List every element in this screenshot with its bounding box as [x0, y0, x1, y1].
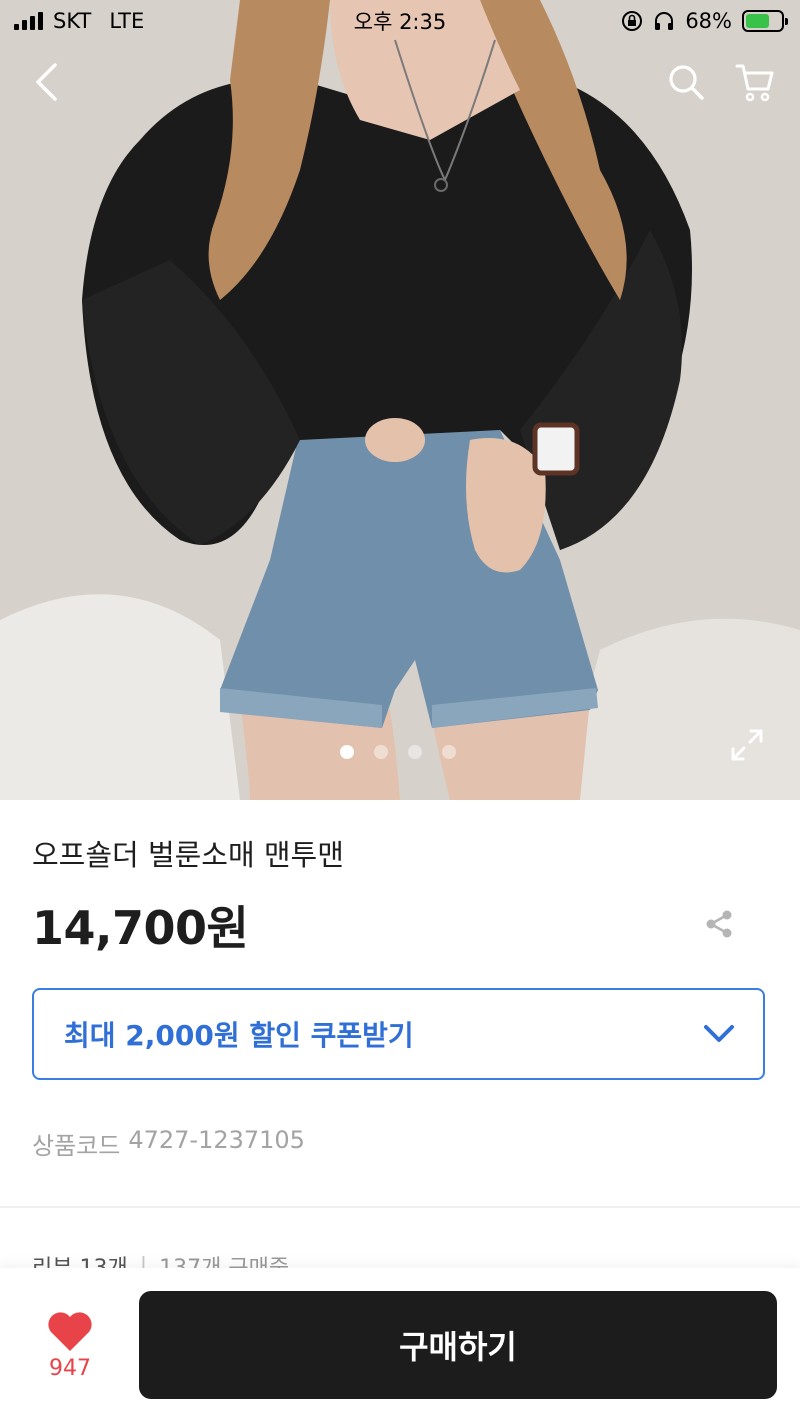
coupon-label: 최대 2,000원 할인 쿠폰받기 — [64, 1019, 414, 1052]
search-icon — [669, 65, 704, 100]
image-pagination — [0, 745, 798, 759]
search-button[interactable] — [660, 56, 712, 108]
product-photo — [0, 0, 800, 800]
share-button[interactable] — [698, 903, 740, 945]
pagination-dot[interactable] — [408, 745, 422, 759]
fullscreen-button[interactable] — [726, 724, 768, 766]
like-button[interactable]: 947 — [36, 1310, 104, 1390]
product-title: 오프숄더 벌룬소매 맨투맨 — [32, 838, 344, 872]
expand-icon — [731, 729, 763, 761]
status-bar: SKT LTE 오후 2:35 68% — [0, 0, 800, 42]
rotation-lock-icon — [622, 11, 643, 31]
carrier-label: SKT — [53, 9, 92, 33]
pagination-dot[interactable] — [374, 745, 388, 759]
pagination-dot[interactable] — [340, 745, 354, 759]
share-icon — [706, 910, 732, 938]
top-nav — [0, 56, 800, 108]
cart-button[interactable] — [728, 56, 782, 108]
headphones-icon — [655, 12, 674, 30]
battery-icon — [742, 10, 788, 32]
bottom-action-bar: 947 구매하기 — [0, 1268, 800, 1422]
cart-icon — [735, 64, 774, 102]
chevron-down-icon — [704, 1025, 734, 1042]
signal-icon — [14, 12, 43, 30]
product-code: 상품코드 4727-1237105 — [32, 1126, 305, 1161]
section-divider — [0, 1206, 800, 1208]
network-label: LTE — [109, 9, 145, 33]
product-price: 14,700원 — [32, 901, 249, 955]
battery-percent: 68% — [685, 9, 732, 33]
product-image[interactable]: SKT LTE 오후 2:35 68% — [0, 0, 800, 800]
chevron-left-icon — [36, 63, 57, 101]
product-code-value: 4727-1237105 — [128, 1126, 305, 1154]
back-button[interactable] — [22, 56, 70, 108]
heart-icon — [48, 1312, 92, 1351]
like-count: 947 — [49, 1356, 91, 1381]
pagination-dot[interactable] — [442, 745, 456, 759]
buy-button[interactable]: 구매하기 — [139, 1291, 777, 1399]
coupon-button[interactable]: 최대 2,000원 할인 쿠폰받기 — [32, 988, 765, 1080]
product-code-label: 상품코드 — [32, 1132, 121, 1160]
